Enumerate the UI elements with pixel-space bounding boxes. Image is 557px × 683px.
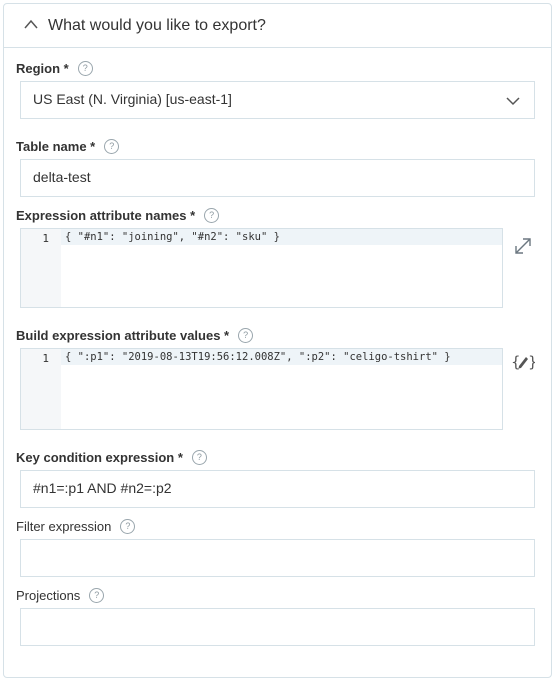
- region-select[interactable]: US East (N. Virginia) [us-east-1]: [20, 81, 535, 119]
- panel-header[interactable]: What would you like to export?: [4, 4, 551, 48]
- expr-values-code[interactable]: { ":p1": "2019-08-13T19:56:12.008Z", ":p…: [65, 351, 451, 363]
- editor-gutter: 1: [21, 229, 61, 307]
- help-icon[interactable]: ?: [238, 327, 254, 343]
- filter-expression-label-row: Filter expression ?: [16, 516, 136, 536]
- projections-input[interactable]: [20, 608, 535, 646]
- filter-expression-label: Filter expression: [16, 518, 112, 534]
- editor-gutter: 1: [21, 349, 61, 429]
- region-label: Region *: [16, 60, 69, 76]
- line-number: 1: [42, 352, 49, 365]
- line-number: 1: [42, 232, 49, 245]
- table-name-label: Table name *: [16, 138, 96, 154]
- help-icon[interactable]: ?: [104, 138, 120, 154]
- help-icon[interactable]: ?: [77, 60, 93, 76]
- help-icon[interactable]: ?: [191, 449, 207, 465]
- expr-names-editor[interactable]: 1 { "#n1": "joining", "#n2": "sku" }: [20, 228, 503, 308]
- panel-title: What would you like to export?: [48, 17, 266, 34]
- help-icon[interactable]: ?: [89, 587, 105, 603]
- table-name-input[interactable]: delta-test: [20, 159, 535, 197]
- table-name-value: delta-test: [33, 169, 91, 185]
- expr-values-label: Build expression attribute values *: [16, 327, 230, 343]
- expr-values-editor[interactable]: 1 { ":p1": "2019-08-13T19:56:12.008Z", "…: [20, 348, 503, 430]
- help-icon[interactable]: ?: [120, 518, 136, 534]
- table-name-label-row: Table name * ?: [16, 136, 120, 156]
- key-condition-value: #n1=:p1 AND #n2=:p2: [33, 480, 172, 496]
- expr-names-label-row: Expression attribute names * ?: [16, 205, 220, 225]
- help-icon[interactable]: ?: [204, 207, 220, 223]
- expr-values-label-row: Build expression attribute values * ?: [16, 325, 254, 345]
- key-condition-label-row: Key condition expression * ?: [16, 447, 207, 467]
- region-label-row: Region * ?: [16, 58, 93, 78]
- key-condition-label: Key condition expression *: [16, 449, 183, 465]
- expand-icon[interactable]: [512, 235, 534, 257]
- key-condition-input[interactable]: #n1=:p1 AND #n2=:p2: [20, 470, 535, 508]
- chevron-down-icon[interactable]: [506, 96, 520, 106]
- handlebars-editor-icon[interactable]: { }: [511, 351, 535, 373]
- svg-text:}: }: [528, 353, 535, 371]
- filter-expression-input[interactable]: [20, 539, 535, 577]
- expr-names-label: Expression attribute names *: [16, 207, 196, 223]
- chevron-up-icon[interactable]: [24, 19, 38, 29]
- projections-label: Projections: [16, 587, 81, 603]
- expr-names-code[interactable]: { "#n1": "joining", "#n2": "sku" }: [65, 231, 280, 243]
- region-value: US East (N. Virginia) [us-east-1]: [33, 91, 232, 107]
- projections-label-row: Projections ?: [16, 585, 105, 605]
